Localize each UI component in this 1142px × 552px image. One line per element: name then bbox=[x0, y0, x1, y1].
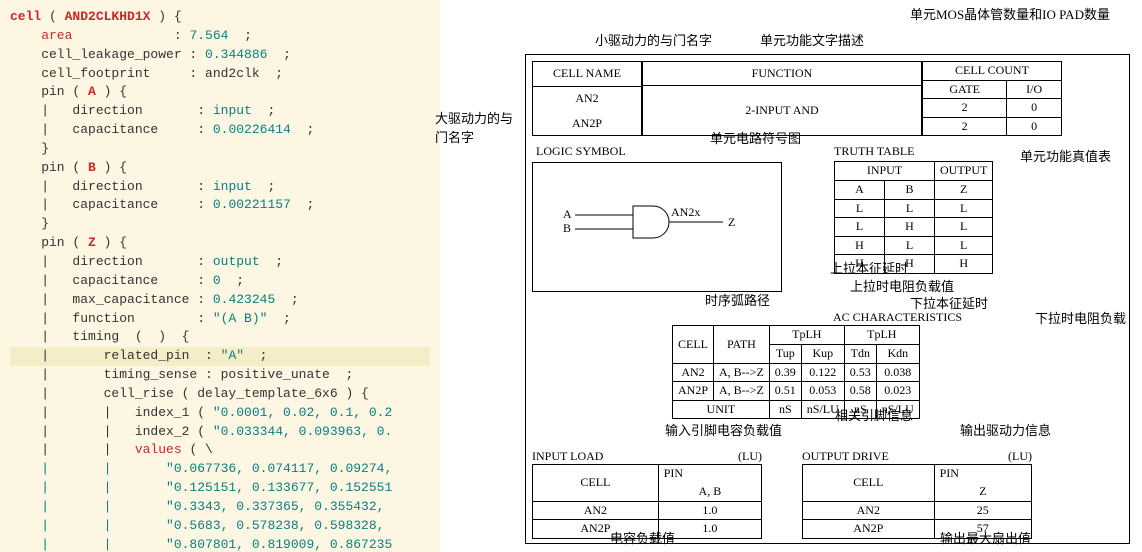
datasheet-diagram: 小驱动力的与门名字 单元功能文字描述 单元MOS晶体管数量和IO PAD数量 大… bbox=[440, 0, 1142, 552]
output-drive-table: CELLPIN Z AN225 AN2P57 bbox=[802, 464, 1032, 538]
truth-table: INPUTOUTPUT ABZ LLL LHL HLL HHH bbox=[834, 161, 993, 274]
cell-count-table: CELL COUNT GATEI/O 20 20 bbox=[922, 61, 1062, 136]
code-editor: cell ( AND2CLKHD1X ) { area : 7.564 ; ce… bbox=[0, 0, 440, 552]
annotation: 大驱动力的与门名字 bbox=[435, 108, 520, 146]
and-gate-icon: A B AN2x Z bbox=[563, 198, 763, 268]
input-load-table: CELLPIN A, B AN21.0 AN2P1.0 bbox=[532, 464, 762, 538]
input-load-title: INPUT LOAD bbox=[532, 449, 603, 463]
annotation: 小驱动力的与门名字 bbox=[595, 30, 712, 49]
ac-title: AC CHARACTERISTICS bbox=[672, 310, 1123, 325]
svg-text:Z: Z bbox=[728, 215, 735, 229]
output-drive-title: OUTPUT DRIVE bbox=[802, 449, 889, 463]
svg-text:B: B bbox=[563, 221, 571, 235]
annotation: 单元功能文字描述 bbox=[760, 30, 864, 49]
truth-table-title: TRUTH TABLE bbox=[834, 144, 993, 159]
annotation: 单元MOS晶体管数量和IO PAD数量 bbox=[910, 4, 1110, 23]
logic-symbol-box: A B AN2x Z bbox=[532, 162, 782, 292]
datasheet-box: CELL NAME AN2 AN2P FUNCTION 2-INPUT AND … bbox=[525, 54, 1130, 544]
cell-name-table: CELL NAME AN2 AN2P bbox=[532, 61, 642, 136]
svg-text:AN2x: AN2x bbox=[671, 205, 700, 219]
function-table: FUNCTION 2-INPUT AND bbox=[642, 61, 922, 136]
svg-text:A: A bbox=[563, 207, 572, 221]
logic-symbol-title: LOGIC SYMBOL bbox=[536, 144, 626, 159]
ac-characteristics-table: CELLPATHTpLHTpLH TupKupTdnKdn AN2A, B-->… bbox=[672, 325, 920, 419]
header-tables: CELL NAME AN2 AN2P FUNCTION 2-INPUT AND … bbox=[532, 61, 1123, 136]
